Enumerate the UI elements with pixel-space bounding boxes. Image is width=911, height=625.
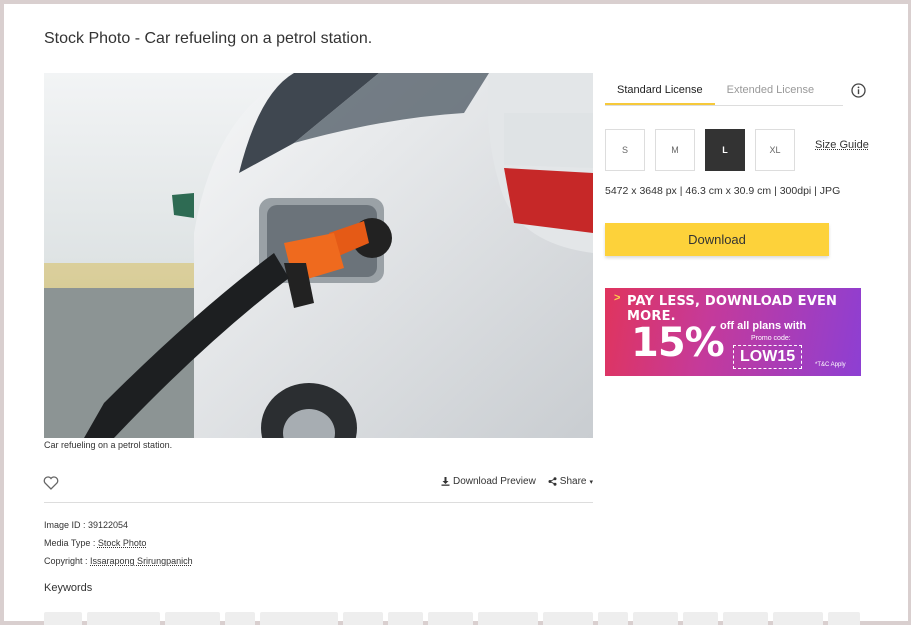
keyword-tag[interactable] [543,612,593,625]
arrow-icon: > [614,292,621,304]
image-id-value: 39122054 [88,520,129,530]
promo-terms: *T&C Apply [815,362,846,368]
keyword-tag[interactable] [773,612,823,625]
keyword-tag[interactable] [828,612,860,625]
promo-percent: 15% [631,320,725,366]
copyright-link[interactable]: Issarapong Srirungpanich [90,556,193,566]
keyword-tag[interactable] [165,612,220,625]
download-preview-link[interactable]: Download Preview [441,476,536,487]
keyword-tag[interactable] [428,612,473,625]
image-id-label: Image ID : [44,520,89,530]
media-type-label: Media Type : [44,538,98,548]
copyright-row: Copyright : Issarapong Srirungpanich [44,552,193,570]
size-option-m[interactable]: M [655,129,695,171]
share-icon [548,477,557,486]
image-specs: 5472 x 3648 px | 46.3 cm x 30.9 cm | 300… [605,185,841,197]
keyword-tag[interactable] [343,612,383,625]
size-option-s[interactable]: S [605,129,645,171]
promo-code: LOW15 [733,345,803,369]
keyword-tag[interactable] [478,612,538,625]
image-id-row: Image ID : 39122054 [44,516,193,534]
copyright-label: Copyright : [44,556,91,566]
keyword-tag[interactable] [598,612,628,625]
keyword-tags [44,612,860,625]
photo-caption: Car refueling on a petrol station. [44,440,173,450]
download-icon [441,477,450,486]
keyword-tag[interactable] [87,612,160,625]
keyword-tag[interactable] [225,612,255,625]
download-button[interactable]: Download [605,223,829,256]
share-label: Share [559,476,587,487]
keyword-tag[interactable] [260,612,338,625]
media-type-link[interactable]: Stock Photo [98,538,147,548]
share-dropdown[interactable]: Share ▾ [548,476,593,487]
keyword-tag[interactable] [633,612,678,625]
license-tabs: Standard License Extended License [605,78,843,106]
heart-icon[interactable] [43,476,59,490]
tab-extended-license[interactable]: Extended License [715,78,826,105]
keywords-heading: Keywords [44,582,93,594]
size-guide-link[interactable]: Size Guide [815,139,869,151]
divider [44,502,593,503]
promo-banner[interactable]: > PAY LESS, DOWNLOAD EVEN MORE. 15% off … [605,288,861,376]
image-meta: Image ID : 39122054 Media Type : Stock P… [44,516,193,570]
size-option-xl[interactable]: XL [755,129,795,171]
keyword-tag[interactable] [723,612,768,625]
size-options: S M L XL [605,129,795,171]
media-type-row: Media Type : Stock Photo [44,534,193,552]
page-title: Stock Photo - Car refueling on a petrol … [44,30,373,47]
size-option-l[interactable]: L [705,129,745,171]
keyword-tag[interactable] [683,612,718,625]
photo-actions: Download Preview Share ▾ [441,476,593,487]
keyword-tag[interactable] [44,612,82,625]
car-refueling-illustration [44,73,593,438]
tab-standard-license[interactable]: Standard License [605,78,715,105]
info-icon[interactable] [851,83,866,98]
caret-down-icon: ▾ [589,478,593,486]
download-preview-label: Download Preview [452,476,536,487]
keyword-tag[interactable] [388,612,423,625]
promo-offer: off all plans with [720,320,807,332]
stock-photo[interactable] [44,73,593,438]
promo-code-label: Promo code: [751,335,791,342]
